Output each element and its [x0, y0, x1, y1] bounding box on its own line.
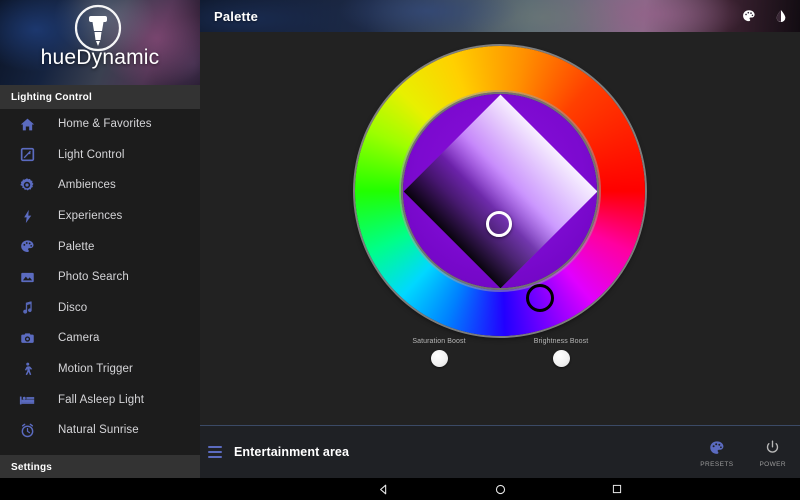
photo-icon: [18, 268, 36, 286]
back-icon[interactable]: [372, 478, 394, 500]
android-navigation-bar: [0, 478, 800, 500]
sidebar-item-palette[interactable]: Palette: [0, 231, 200, 262]
hue-thumb[interactable]: [526, 284, 554, 312]
saturation-value-disc[interactable]: [403, 94, 597, 288]
brightness-boost-label: Brightness Boost: [533, 338, 589, 345]
hamburger-icon[interactable]: [208, 443, 226, 461]
sidebar-item-motion-trigger[interactable]: Motion Trigger: [0, 354, 200, 385]
sidebar-item-label: Photo Search: [58, 271, 129, 284]
camera-icon: [18, 329, 36, 347]
sidebar-item-natural-sunrise[interactable]: Natural Sunrise: [0, 415, 200, 446]
sidebar-item-label: Ambiences: [58, 179, 116, 192]
brand-logo: hueDynamic: [0, 0, 200, 85]
page-title: Palette: [214, 8, 259, 24]
sidebar-item-label: Natural Sunrise: [58, 424, 139, 437]
presets-label: PRESETS: [700, 460, 734, 468]
sidebar-item-photo-search[interactable]: Photo Search: [0, 262, 200, 293]
recents-icon[interactable]: [606, 478, 628, 500]
presets-button[interactable]: PRESETS: [700, 438, 733, 468]
saturation-value-diamond[interactable]: [403, 94, 597, 288]
sidebar-item-label: Home & Favorites: [58, 118, 152, 131]
saturation-boost-label: Saturation Boost: [412, 338, 466, 345]
home-icon[interactable]: [489, 478, 511, 500]
group-name: Entertainment area: [234, 445, 350, 459]
power-icon: [763, 438, 783, 458]
main-content: Palette Saturation Boost Brightness Boos…: [200, 0, 800, 478]
sidebar-item-label: Fall Asleep Light: [58, 393, 145, 406]
sidebar-item-experiences[interactable]: Experiences: [0, 201, 200, 232]
power-button[interactable]: POWER: [759, 438, 786, 468]
android-nav-buttons: [200, 478, 800, 500]
home-icon: [18, 115, 36, 133]
color-wheel[interactable]: [355, 46, 645, 336]
sidebar-item-home-favorites[interactable]: Home & Favorites: [0, 109, 200, 140]
group-bar: Entertainment area PRESETS POWER: [200, 425, 800, 478]
sidebar-section-lighting-control: Lighting Control: [0, 85, 200, 109]
sidebar-section-settings: Settings: [0, 455, 200, 478]
app-bar-actions: [740, 0, 790, 32]
navigation-drawer: hueDynamic Lighting Control Home & Favor…: [0, 0, 200, 478]
palette-stage: Saturation Boost Brightness Boost: [200, 32, 800, 425]
group-bar-actions: PRESETS POWER: [700, 426, 786, 479]
sidebar-item-camera[interactable]: Camera: [0, 323, 200, 354]
walking-person-icon: [18, 360, 36, 378]
bed-icon: [18, 391, 36, 409]
saturation-boost-knob[interactable]: [430, 350, 448, 367]
sidebar-item-label: Motion Trigger: [58, 363, 133, 376]
app-bar: Palette: [200, 0, 800, 32]
palette-icon[interactable]: [740, 7, 758, 25]
saturation-boost-control[interactable]: Saturation Boost: [388, 338, 490, 367]
sidebar-item-disco[interactable]: Disco: [0, 293, 200, 324]
sidebar-item-fall-asleep-light[interactable]: Fall Asleep Light: [0, 384, 200, 415]
light-control-icon: [18, 146, 36, 164]
drawer-header: hueDynamic: [0, 0, 200, 85]
sidebar-item-light-control[interactable]: Light Control: [0, 140, 200, 171]
sidebar-item-ambiences[interactable]: Ambiences: [0, 170, 200, 201]
sidebar-item-label: Disco: [58, 301, 88, 314]
power-label: POWER: [759, 460, 786, 468]
boost-controls: Saturation Boost Brightness Boost: [200, 338, 800, 367]
brightness-boost-knob[interactable]: [552, 350, 570, 367]
brightness-boost-control[interactable]: Brightness Boost: [510, 338, 612, 367]
bolt-icon: [18, 207, 36, 225]
brightness-contrast-icon[interactable]: [772, 7, 790, 25]
sidebar-nav-list: Home & Favorites Light Control Ambiences…: [0, 109, 200, 446]
app-root: hueDynamic Lighting Control Home & Favor…: [0, 0, 800, 500]
saturation-value-thumb[interactable]: [486, 211, 512, 237]
palette-icon: [707, 438, 727, 458]
gear-icon: [18, 176, 36, 194]
music-note-icon: [18, 299, 36, 317]
sidebar-item-label: Light Control: [58, 148, 125, 161]
palette-icon: [18, 238, 36, 256]
sidebar-item-label: Experiences: [58, 210, 123, 223]
brand-name: hueDynamic: [40, 46, 160, 69]
sidebar-item-label: Camera: [58, 332, 100, 345]
alarm-clock-icon: [18, 421, 36, 439]
sidebar-item-label: Palette: [58, 240, 95, 253]
